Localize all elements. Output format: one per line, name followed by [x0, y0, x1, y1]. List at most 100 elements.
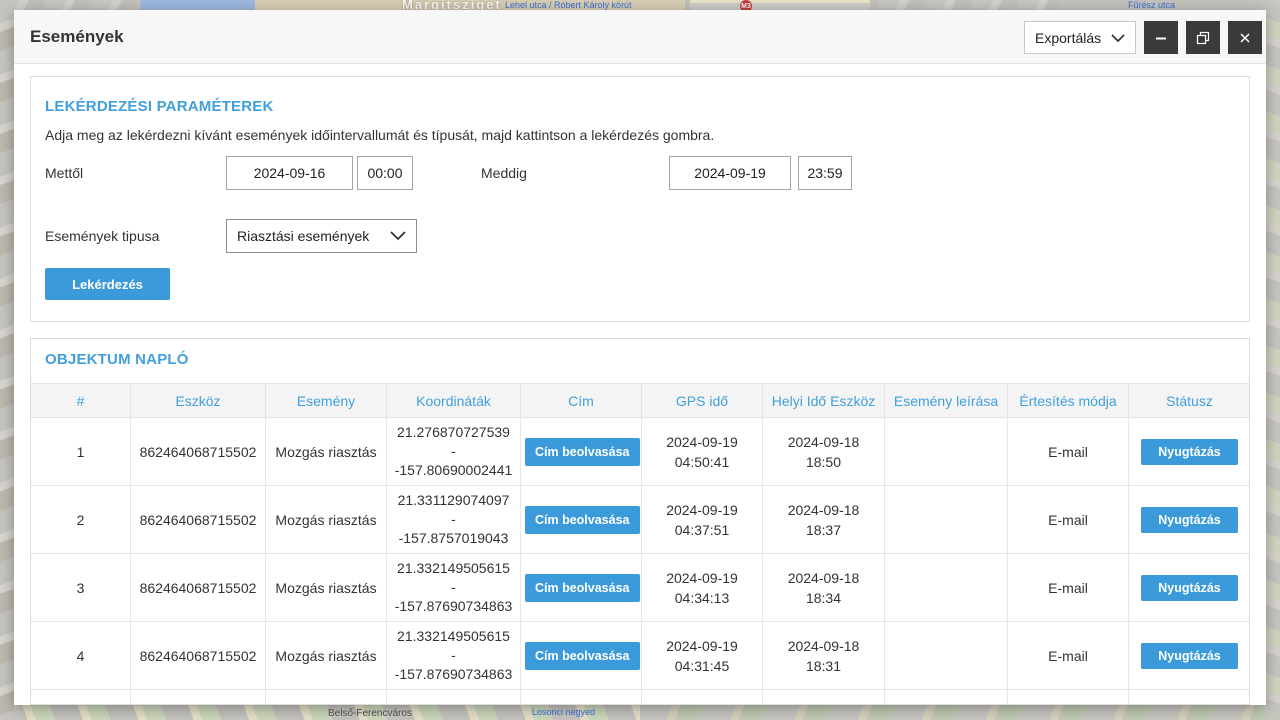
col-header-num: #	[31, 384, 131, 418]
acknowledge-button[interactable]: Nyugtázás	[1141, 507, 1238, 533]
read-address-button[interactable]: Cím beolvasása	[525, 642, 640, 670]
gps-date: 2024-09-19	[646, 432, 758, 452]
table-header-row: # Eszköz Esemény Koordináták Cím GPS idő…	[31, 384, 1251, 418]
dialog-header-actions: Exportálás	[1024, 21, 1262, 54]
local-time: 18:37	[767, 520, 880, 540]
cell-notification: E-mail	[1008, 418, 1129, 486]
dialog-title: Események	[30, 10, 124, 64]
cell-description	[885, 486, 1008, 554]
map-decoration	[0, 0, 14, 720]
cell-description	[885, 690, 1008, 706]
longitude: -157.87690734863	[391, 597, 516, 616]
acknowledge-button[interactable]: Nyugtázás	[1141, 575, 1238, 601]
cell-gps-time: 2024-09-19 04:34:13	[642, 554, 763, 622]
cell-gps-time: 2024-09-19 04:37:51	[642, 486, 763, 554]
read-address-button[interactable]: Cím beolvasása	[525, 438, 640, 466]
object-log-panel: OBJEKTUM NAPLÓ # Eszköz Esemény Koordiná…	[30, 338, 1250, 705]
col-header-event: Esemény	[266, 384, 387, 418]
cell-status	[1129, 690, 1251, 706]
log-section-title: OBJEKTUM NAPLÓ	[45, 351, 189, 368]
col-header-address: Cím	[521, 384, 642, 418]
cell-coordinates: 21.276870727539 - -157.80690002441	[387, 418, 521, 486]
cell-event: Mozgás riasztás	[266, 554, 387, 622]
minimize-icon	[1154, 31, 1168, 45]
longitude: -157.80690002441	[391, 461, 516, 480]
local-date: 2024-09-18	[767, 432, 880, 452]
restore-icon	[1196, 31, 1210, 45]
map-decoration	[1266, 0, 1280, 720]
local-date: 2024-09-18	[767, 636, 880, 656]
cell-event: Mozgás riasztás	[266, 622, 387, 690]
latitude: 21.332149505615	[391, 559, 516, 578]
events-dialog: Események Exportálás	[14, 10, 1266, 705]
table-row: 2 862464068715502 Mozgás riasztás 21.331…	[31, 486, 1251, 554]
local-time: 18:50	[767, 452, 880, 472]
minimize-button[interactable]	[1144, 21, 1178, 54]
coordinate-separator: -	[391, 510, 516, 529]
cell-gps-time	[642, 690, 763, 706]
map-decoration	[0, 705, 640, 720]
longitude: -157.87690734863	[391, 665, 516, 684]
cell-notification: E-mail	[1008, 486, 1129, 554]
from-label: Mettől	[45, 156, 83, 190]
map-decoration	[640, 705, 1280, 720]
cell-event: Mozgás riasztás	[266, 486, 387, 554]
cell-local-time	[763, 690, 885, 706]
restore-button[interactable]	[1186, 21, 1220, 54]
event-log-table: # Eszköz Esemény Koordináták Cím GPS idő…	[30, 383, 1250, 705]
cell-address: Cím beolvasása	[521, 486, 642, 554]
event-type-label: Események tipusa	[45, 219, 159, 253]
to-time-input[interactable]	[798, 156, 852, 190]
gps-date: 2024-09-19	[646, 636, 758, 656]
cell-device: 862464068715502	[131, 486, 266, 554]
col-header-status: Státusz	[1129, 384, 1251, 418]
cell-num: 4	[31, 622, 131, 690]
cell-coordinates	[387, 690, 521, 706]
query-section-title: LEKÉRDEZÉSI PARAMÉTEREK	[45, 98, 274, 115]
cell-description	[885, 418, 1008, 486]
cell-local-time: 2024-09-18 18:37	[763, 486, 885, 554]
event-type-select[interactable]: Riasztási események	[226, 219, 417, 253]
cell-notification: E-mail	[1008, 554, 1129, 622]
cell-description	[885, 554, 1008, 622]
read-address-button[interactable]: Cím beolvasása	[525, 574, 640, 602]
read-address-button[interactable]: Cím beolvasása	[525, 506, 640, 534]
event-type-selected-value: Riasztási események	[237, 228, 369, 244]
cell-num: 3	[31, 554, 131, 622]
table-row: 1 862464068715502 Mozgás riasztás 21.276…	[31, 418, 1251, 486]
local-time: 18:34	[767, 588, 880, 608]
cell-device: 862464068715502	[131, 418, 266, 486]
col-header-coordinates: Koordináták	[387, 384, 521, 418]
query-submit-button[interactable]: Lekérdezés	[45, 268, 170, 300]
coordinate-separator: -	[391, 578, 516, 597]
gps-date: 2024-09-19	[646, 500, 758, 520]
cell-local-time: 2024-09-18 18:50	[763, 418, 885, 486]
cell-gps-time: 2024-09-19 04:31:45	[642, 622, 763, 690]
cell-local-time: 2024-09-18 18:34	[763, 554, 885, 622]
close-icon	[1238, 31, 1252, 45]
gps-time: 04:31:45	[646, 656, 758, 676]
dialog-header: Események Exportálás	[14, 10, 1266, 64]
chevron-down-icon	[1111, 30, 1125, 46]
cell-coordinates: 21.332149505615 - -157.87690734863	[387, 622, 521, 690]
cell-num: 2	[31, 486, 131, 554]
acknowledge-button[interactable]: Nyugtázás	[1141, 643, 1238, 669]
close-button[interactable]	[1228, 21, 1262, 54]
from-time-input[interactable]	[357, 156, 413, 190]
to-date-input[interactable]	[669, 156, 791, 190]
from-date-input[interactable]	[226, 156, 353, 190]
cell-event: Mozgás riasztás	[266, 418, 387, 486]
table-row: 4 862464068715502 Mozgás riasztás 21.332…	[31, 622, 1251, 690]
acknowledge-button[interactable]: Nyugtázás	[1141, 439, 1238, 465]
latitude: 21.276870727539	[391, 423, 516, 442]
col-header-notification: Értesítés módja	[1008, 384, 1129, 418]
col-header-description: Esemény leírása	[885, 384, 1008, 418]
table-row	[31, 690, 1251, 706]
cell-status: Nyugtázás	[1129, 554, 1251, 622]
cell-device: 862464068715502	[131, 622, 266, 690]
export-dropdown[interactable]: Exportálás	[1024, 21, 1136, 54]
col-header-device: Eszköz	[131, 384, 266, 418]
cell-device: 862464068715502	[131, 554, 266, 622]
latitude: 21.331129074097	[391, 491, 516, 510]
col-header-local-time: Helyi Idő Eszköz	[763, 384, 885, 418]
